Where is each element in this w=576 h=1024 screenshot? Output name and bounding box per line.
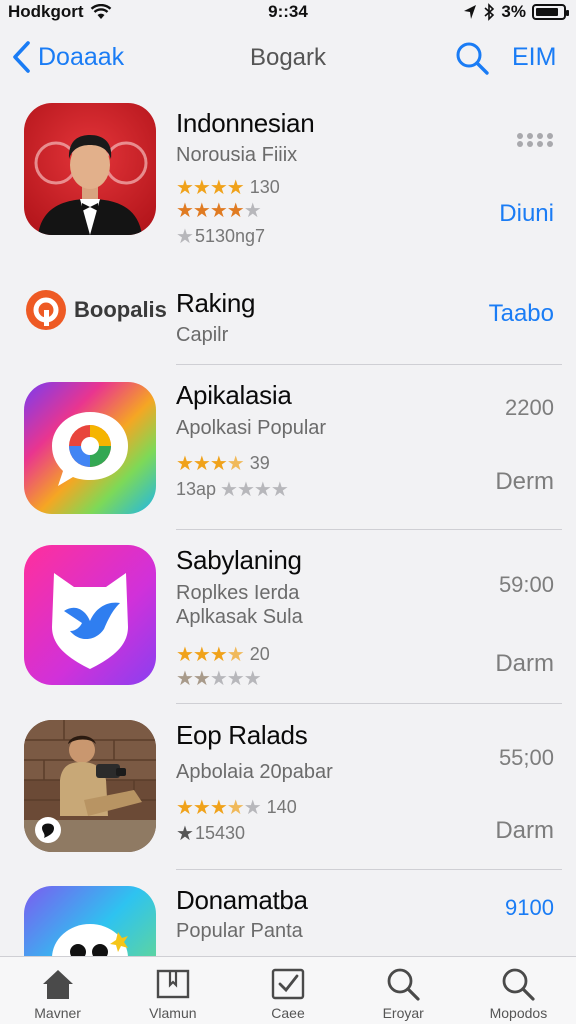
star-icon: ★★ [176,668,211,690]
app-meta: 5130ng7 [194,226,266,246]
star-icon: ★★★ [176,453,228,475]
app-icon-emoji [24,886,156,956]
brand-logo: Boopalis [24,288,167,332]
logo-mark-icon [26,290,66,330]
app-price: 2200 [505,395,554,420]
tab-bar: Mavner Vlamun Caee Eroyar Mopodos [0,956,576,1024]
star-icon: ★★★ [176,644,228,666]
star-rating: ★★★ ★ ★ 140 [176,795,297,820]
app-price: 55;00 [498,745,554,770]
app-subtitle: Capilr [176,324,229,346]
home-icon [42,970,73,999]
app-meta: 15430 [194,823,245,843]
app-subtitle: Roplkes Ierda [176,582,300,604]
star-rating-secondary: 13ap ★★★★ [176,477,289,502]
tab-label: Caee [271,1005,305,1021]
get-button[interactable]: Taabo [489,300,554,328]
app-name: Eop Ralads [176,720,308,750]
star-icon: ★ [176,823,194,845]
app-price: 59:00 [498,572,554,597]
bluetooth-icon [484,3,495,21]
star-rating-tertiary: ★ 5130ng7 [176,224,265,249]
rating-count: 140 [266,797,297,817]
battery-icon [532,4,569,20]
star-icon: ★ [226,797,245,819]
star-icon: ★★★ [176,797,228,819]
download-button[interactable]: Derm [495,468,554,496]
star-icon: ★★★★ [220,479,289,501]
app-icon-photo [24,720,156,852]
tab-label: Mavner [34,1005,81,1021]
app-list: Indonnesian Norousia Fiiix ★★★★ 130 ★★★★… [0,90,576,956]
rating-count: 20 [249,644,270,664]
more-dots-icon[interactable] [516,132,554,148]
star-rating-secondary: ★ 15430 [176,821,245,846]
list-item[interactable]: Apikalasia Apolkasi Popular ★★★ ★ 39 13ap… [0,365,576,530]
star-icon: ★★★ [209,668,262,690]
star-icon: ★ [226,644,245,666]
bookmark-icon [156,969,189,999]
list-item[interactable]: Boopalis Raking Capilr Taabo [0,270,576,365]
list-item[interactable]: Sabylaning Roplkes Ierda Aplkasak Sula ★… [0,530,576,705]
star-rating: ★★★ ★ 39 [176,451,270,476]
app-icon-portrait [24,103,156,235]
search-icon[interactable] [454,40,490,76]
star-rating: ★★★★ 130 [176,175,280,200]
star-icon: ★ [243,200,262,222]
star-icon: ★ [226,453,245,475]
tab-label: Mopodos [489,1005,548,1021]
app-name: Apikalasia [176,380,292,410]
navigation-bar: Doaaak Bogark EIM [0,26,576,90]
star-rating-secondary: ★★★★★ [176,198,262,223]
tab-label: Vlamun [149,1005,197,1021]
star-rating: ★★★ ★ 20 [176,642,270,667]
divider [176,703,562,704]
battery-fill [536,8,558,16]
tab-home[interactable]: Mavner [0,957,115,1024]
app-price[interactable]: 9100 [505,895,554,921]
tab-search[interactable]: Eroyar [346,957,461,1024]
app-name: Indonnesian [176,108,315,138]
app-name: Sabylaning [176,545,302,575]
star-icon: ★★★★ [176,177,245,199]
app-icon-chat [24,382,156,514]
location-arrow-icon [464,5,477,19]
app-name: Donamatba [176,885,308,915]
rating-count: 39 [249,453,270,473]
battery-percent: 3% [501,2,526,21]
list-item[interactable]: Donamatba Popular Panta 9100 [0,870,576,956]
star-icon: ★★★★ [176,200,245,222]
download-button[interactable]: Darm [495,650,554,678]
checkbox-icon [271,968,305,1000]
app-subtitle-secondary: Aplkasak Sula [176,606,303,628]
tab-label: Eroyar [382,1005,424,1021]
app-subtitle: Apbolaia 20pabar [176,761,333,783]
star-icon: ★ [176,226,194,248]
open-button[interactable]: Diuni [499,200,554,228]
list-item[interactable]: Indonnesian Norousia Fiiix ★★★★ 130 ★★★★… [0,90,576,270]
app-subtitle: Popular Panta [176,920,303,942]
app-meta: 13ap [176,479,217,499]
app-icon-bird [24,545,156,685]
status-bar: Hodkgort 9::34 3% [0,0,576,26]
list-item[interactable]: Eop Ralads Apbolaia 20pabar ★★★ ★ ★ 140 ★ … [0,705,576,870]
logo-text: Boopalis [74,297,167,322]
rating-count: 130 [249,177,280,197]
tab-search-alt[interactable]: Mopodos [461,957,576,1024]
download-button[interactable]: Darm [495,817,554,845]
search-icon [387,968,420,1001]
search-icon [503,968,536,1001]
app-subtitle: Norousia Fiiix [176,144,298,166]
star-icon: ★ [243,797,262,819]
tab-bookmarks[interactable]: Vlamun [115,957,230,1024]
edit-button[interactable]: EIM [512,43,556,72]
app-subtitle: Apolkasi Popular [176,417,327,439]
star-rating-secondary: ★★★★★ [176,666,262,691]
app-name: Raking [176,288,256,318]
tab-updates[interactable]: Caee [230,957,345,1024]
